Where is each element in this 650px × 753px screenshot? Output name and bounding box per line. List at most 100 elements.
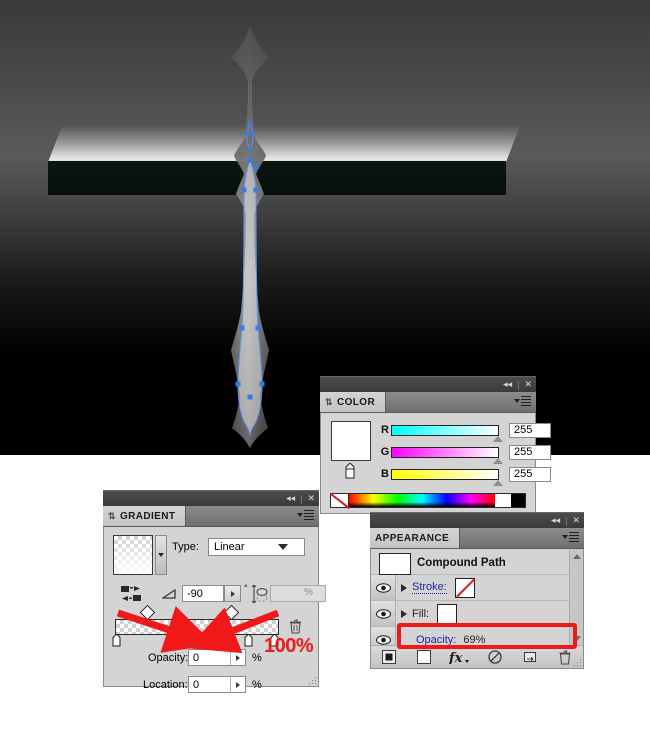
- scroll-down-arrow-icon[interactable]: [573, 636, 581, 641]
- panel-grip-icon: ⇅: [108, 510, 116, 521]
- appearance-footer-toolbar[interactable]: fx: [371, 645, 583, 668]
- appearance-row-stroke[interactable]: Stroke:: [371, 575, 583, 601]
- titlebar-separator: |: [517, 379, 520, 390]
- gradient-panel[interactable]: ◂◂ | ✕ ⇅ GRADIENT Type: Linear -90 ° % 1…: [103, 490, 326, 693]
- slider-track-r[interactable]: [391, 424, 503, 442]
- disclosure-triangle-stroke[interactable]: [401, 583, 407, 592]
- duplicate-item-icon[interactable]: [512, 646, 547, 668]
- gradient-opacity-field[interactable]: 0: [188, 649, 246, 666]
- appearance-panel-tabstrip[interactable]: APPEARANCE: [370, 528, 584, 549]
- sword-artwork[interactable]: [190, 28, 310, 455]
- gradient-location-unit: %: [252, 679, 262, 691]
- color-panel-title: COLOR: [336, 396, 376, 408]
- gradient-stop-start[interactable]: [112, 634, 121, 647]
- gradient-angle-icon: [162, 589, 176, 599]
- gradient-location-field[interactable]: 0: [188, 676, 246, 693]
- fill-stroke-proxy-icon[interactable]: [343, 463, 357, 480]
- panel-menu-icon[interactable]: [297, 510, 314, 520]
- gradient-midpoint-diamond-2[interactable]: [223, 604, 240, 621]
- slider-label-g: G: [380, 446, 390, 458]
- tab-appearance[interactable]: APPEARANCE: [370, 528, 461, 548]
- slider-thumb-r[interactable]: [493, 435, 503, 442]
- gradient-location-label: Location:: [143, 679, 188, 691]
- slider-row-g[interactable]: G 255: [379, 444, 551, 464]
- add-new-effect-icon[interactable]: fx: [442, 646, 477, 668]
- appearance-panel-title: APPEARANCE: [375, 532, 450, 544]
- slider-thumb-g[interactable]: [493, 457, 503, 464]
- spectrum-white-swatch[interactable]: [495, 494, 511, 507]
- color-panel-tabstrip[interactable]: ⇅ COLOR: [320, 392, 536, 413]
- gradient-angle-value: -90: [187, 587, 203, 600]
- gradient-presets-dropdown[interactable]: [155, 535, 167, 575]
- gradient-preview-swatch[interactable]: [113, 535, 153, 575]
- slider-track-g[interactable]: [391, 446, 503, 464]
- close-icon[interactable]: ✕: [524, 380, 532, 389]
- panel-resize-grip[interactable]: [572, 657, 581, 666]
- clear-appearance-icon[interactable]: [477, 646, 512, 668]
- panel-menu-icon[interactable]: [562, 532, 579, 542]
- eye-icon-stroke[interactable]: [371, 575, 396, 600]
- gradient-panel-body: Type: Linear -90 ° % 100% Opacity: 0 % L…: [103, 527, 326, 693]
- panel-menu-icon[interactable]: [514, 396, 531, 406]
- slider-row-r[interactable]: R 255: [379, 422, 551, 442]
- slider-value-g[interactable]: 255: [509, 444, 551, 460]
- gradient-location-value: 0: [193, 678, 200, 691]
- fill-color-swatch[interactable]: [331, 421, 371, 461]
- spectrum-ramp[interactable]: [349, 494, 495, 507]
- aspect-ratio-field[interactable]: [270, 585, 326, 602]
- gradient-angle-field[interactable]: -90: [182, 585, 224, 602]
- tab-gradient[interactable]: ⇅ GRADIENT: [103, 506, 187, 526]
- appearance-scrollbar[interactable]: [569, 549, 583, 646]
- appearance-fill-label[interactable]: Fill:: [412, 608, 429, 620]
- add-new-stroke-icon[interactable]: [371, 646, 406, 668]
- slider-value-b[interactable]: 255: [509, 466, 551, 482]
- gradient-opacity-spinner[interactable]: [230, 650, 245, 665]
- close-icon[interactable]: ✕: [572, 516, 580, 525]
- panel-resize-grip[interactable]: [307, 675, 316, 684]
- gradient-location-spinner[interactable]: [230, 677, 245, 692]
- appearance-stroke-label[interactable]: Stroke:: [412, 581, 447, 594]
- none-swatch-icon[interactable]: [331, 494, 349, 507]
- chevron-down-icon[interactable]: [257, 544, 305, 550]
- tab-color[interactable]: ⇅ COLOR: [320, 392, 387, 412]
- appearance-panel[interactable]: ◂◂ | ✕ APPEARANCE Compound Path Stroke:: [370, 512, 584, 669]
- appearance-object-row[interactable]: Compound Path: [371, 549, 583, 575]
- fill-swatch-gradient[interactable]: [437, 603, 458, 624]
- gradient-panel-tabstrip[interactable]: ⇅ GRADIENT: [103, 506, 319, 527]
- close-icon[interactable]: ✕: [307, 494, 315, 503]
- spectrum-black-swatch[interactable]: [511, 494, 525, 507]
- stroke-swatch-none[interactable]: [454, 577, 475, 598]
- degree-symbol: °: [244, 583, 248, 593]
- collapse-to-icons-icon[interactable]: ◂◂: [551, 516, 560, 525]
- gradient-panel-titlebar[interactable]: ◂◂ | ✕: [103, 490, 319, 506]
- trash-icon[interactable]: [289, 619, 302, 634]
- gradient-type-label: Type:: [172, 541, 199, 553]
- slider-label-r: R: [381, 424, 389, 436]
- disclosure-triangle-fill[interactable]: [401, 609, 407, 618]
- color-panel[interactable]: ◂◂ | ✕ ⇅ COLOR R 255 G 255 B 255: [320, 376, 551, 514]
- slider-track-b[interactable]: [391, 468, 503, 486]
- gradient-angle-spinner[interactable]: [224, 585, 241, 602]
- titlebar-separator: |: [300, 493, 303, 504]
- svg-text:fx: fx: [449, 651, 463, 664]
- slider-value-r[interactable]: 255: [509, 422, 551, 438]
- eye-icon-fill[interactable]: [371, 601, 396, 626]
- gradient-stop-middle[interactable]: [244, 634, 253, 647]
- collapse-to-icons-icon[interactable]: ◂◂: [503, 380, 512, 389]
- appearance-panel-titlebar[interactable]: ◂◂ | ✕: [370, 512, 584, 528]
- collapse-to-icons-icon[interactable]: ◂◂: [286, 494, 295, 503]
- appearance-row-fill[interactable]: Fill:: [371, 601, 583, 627]
- reverse-gradient-icon[interactable]: [121, 585, 141, 603]
- slider-thumb-b[interactable]: [493, 479, 503, 486]
- gradient-slider-bar[interactable]: [115, 619, 279, 635]
- add-new-fill-icon[interactable]: [406, 646, 441, 668]
- color-spectrum-bar[interactable]: [330, 493, 526, 508]
- object-type-label: Compound Path: [417, 557, 506, 569]
- gradient-type-select[interactable]: Linear: [208, 538, 305, 556]
- aspect-ratio-icon: [252, 585, 268, 603]
- aspect-ratio-unit: %: [304, 587, 313, 598]
- slider-row-b[interactable]: B 255: [379, 466, 551, 486]
- gradient-midpoint-diamond-1[interactable]: [139, 604, 156, 621]
- color-panel-titlebar[interactable]: ◂◂ | ✕: [320, 376, 536, 392]
- scroll-up-arrow-icon[interactable]: [573, 554, 581, 559]
